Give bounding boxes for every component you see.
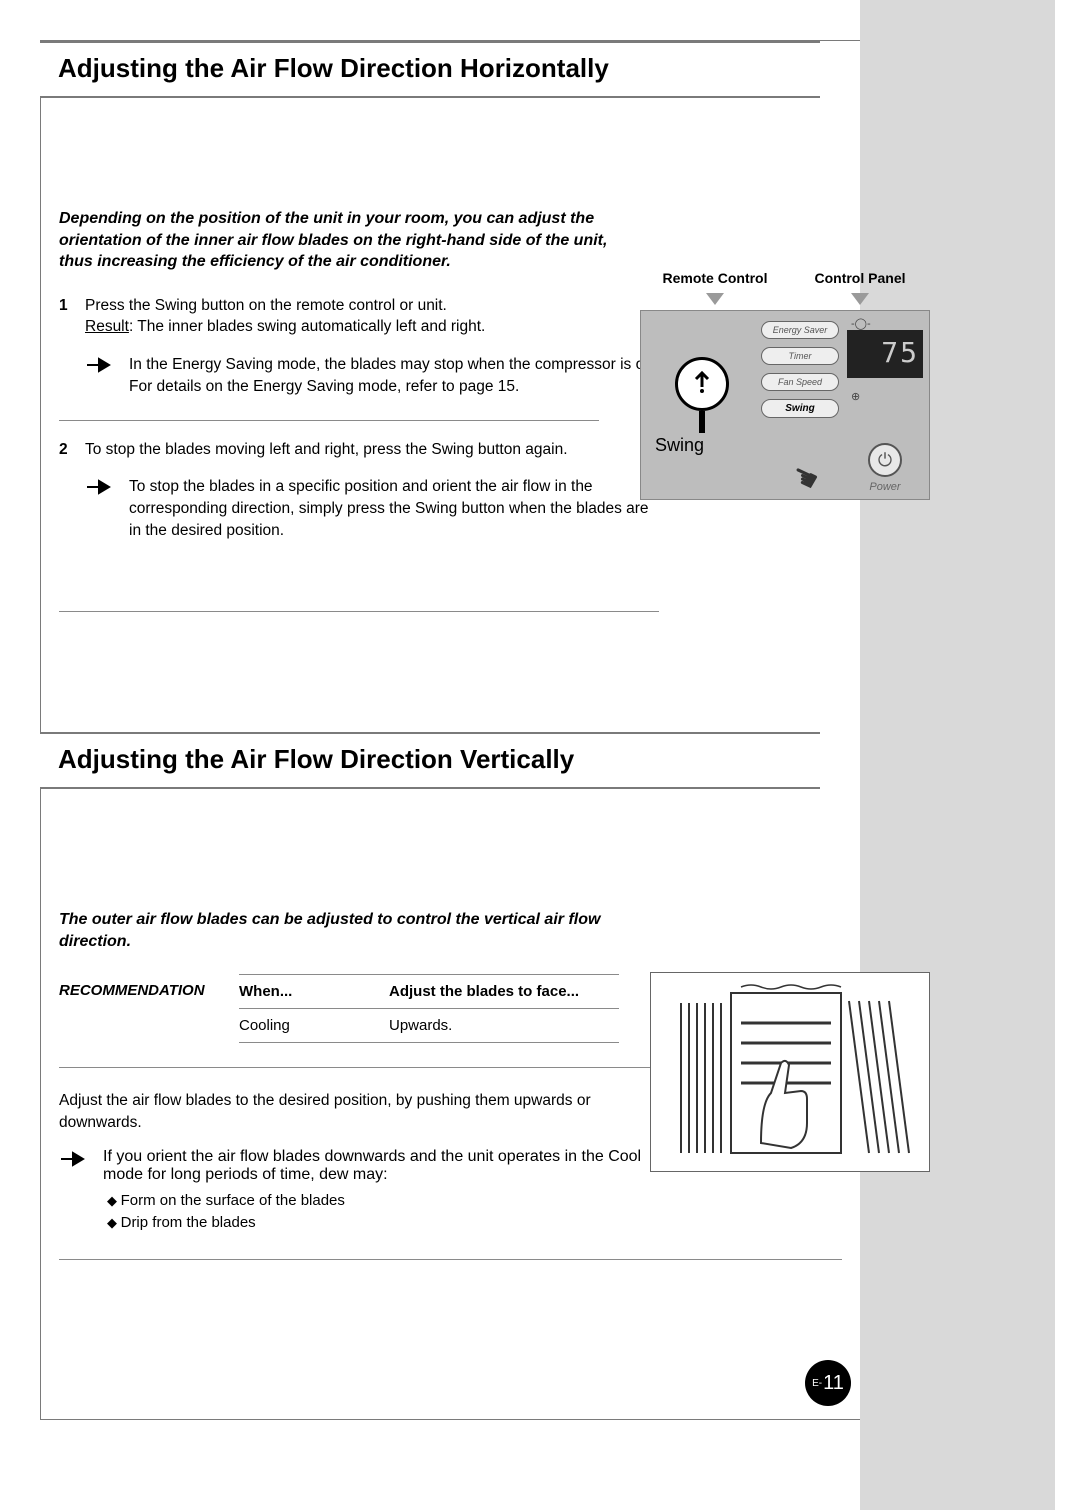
recommendation-label: RECOMMENDATION — [59, 974, 239, 1043]
divider-4 — [59, 1259, 842, 1260]
table-row: Cooling Upwards. — [239, 1009, 619, 1043]
divider-2 — [59, 611, 659, 612]
page-frame: Adjusting the Air Flow Direction Horizon… — [40, 40, 860, 1420]
step2-text: To stop the blades moving left and right… — [85, 439, 659, 461]
cp-display: 75 — [847, 330, 923, 378]
step1-note-row: In the Energy Saving mode, the blades ma… — [85, 354, 659, 397]
note-arrow-icon — [85, 476, 129, 541]
step1: 1 Press the Swing button on the remote c… — [59, 295, 659, 338]
adjust-text: Adjust the air flow blades to the desire… — [59, 1090, 639, 1133]
page-prefix: E- — [812, 1378, 822, 1389]
table-header: When... Adjust the blades to face... — [239, 975, 619, 1009]
step2-note-row: To stop the blades in a specific positio… — [85, 476, 659, 541]
side-band — [860, 0, 1055, 1510]
step1-result-label: Result — [85, 318, 129, 335]
illustration-panel: Swing Energy Saver Timer Fan Speed Swing… — [640, 310, 930, 500]
divider-1 — [59, 420, 599, 421]
section2-title-bar: Adjusting the Air Flow Direction Vertica… — [40, 732, 820, 789]
figure-label-remote: Remote Control — [640, 270, 790, 286]
cp-btn-swing: Swing — [761, 399, 839, 418]
control-panel-buttons: Energy Saver Timer Fan Speed Swing — [761, 321, 839, 426]
cp-display-value: 75 — [881, 336, 919, 369]
cp-btn-timer: Timer — [761, 347, 839, 365]
note-arrow-icon — [85, 354, 129, 397]
figure-label-panel: Control Panel — [790, 270, 930, 286]
table-h1: When... — [239, 983, 389, 1000]
section2-note: If you orient the air flow blades downwa… — [103, 1148, 659, 1184]
bullet-1: Form on the surface of the blades — [107, 1190, 659, 1213]
step1-result-text: : The inner blades swing automatically l… — [129, 318, 485, 335]
step2: 2 To stop the blades moving left and rig… — [59, 439, 659, 461]
recommendation-table: When... Adjust the blades to face... Coo… — [239, 974, 619, 1043]
section2-note-row: If you orient the air flow blades downwa… — [59, 1148, 659, 1235]
cp-btn-energy: Energy Saver — [761, 321, 839, 339]
note-arrow-icon — [59, 1148, 103, 1235]
step1-note: In the Energy Saving mode, the blades ma… — [129, 354, 659, 397]
remote-stem-icon — [699, 411, 705, 433]
step1-text: Press the Swing button on the remote con… — [85, 295, 659, 317]
pointer-down-icon — [851, 293, 869, 305]
section2-intro: The outer air flow blades can be adjuste… — [59, 909, 639, 952]
step1-number: 1 — [59, 295, 85, 338]
step1-result: Result: The inner blades swing automatic… — [85, 316, 659, 338]
table-r1c1: Cooling — [239, 1017, 389, 1034]
indicator-icon: -◯- — [851, 317, 923, 330]
power-icon: ⏻ — [868, 443, 902, 477]
page-number: 11 — [823, 1372, 844, 1395]
figure-remote-and-panel: Remote Control Control Panel Swing Energ… — [640, 270, 930, 500]
step2-number: 2 — [59, 439, 85, 461]
control-panel-right: -◯- 75 ⊕ ⏻ Power — [847, 317, 923, 493]
bullet-2: Drip from the blades — [107, 1212, 659, 1235]
section1-intro: Depending on the position of the unit in… — [59, 208, 639, 273]
page-number-badge: E-11 — [805, 1360, 851, 1406]
table-h2: Adjust the blades to face... — [389, 983, 619, 1000]
section1-title-bar: Adjusting the Air Flow Direction Horizon… — [40, 41, 820, 98]
step2-note: To stop the blades in a specific positio… — [129, 476, 659, 541]
section2-title: Adjusting the Air Flow Direction Vertica… — [58, 744, 802, 775]
remote-swing-button-icon — [675, 357, 729, 411]
section1-title: Adjusting the Air Flow Direction Horizon… — [58, 53, 802, 84]
table-r1c2: Upwards. — [389, 1017, 619, 1034]
section2-bullets: Form on the surface of the blades Drip f… — [103, 1190, 659, 1235]
clock-icon: ⊕ — [851, 390, 923, 403]
pointer-down-icon — [706, 293, 724, 305]
cp-btn-fan: Fan Speed — [761, 373, 839, 391]
power-label: Power — [847, 481, 923, 493]
hand-pointer-icon: ☚ — [785, 457, 824, 500]
figure-blades-illustration — [650, 972, 930, 1172]
swing-caption: Swing — [655, 435, 704, 456]
